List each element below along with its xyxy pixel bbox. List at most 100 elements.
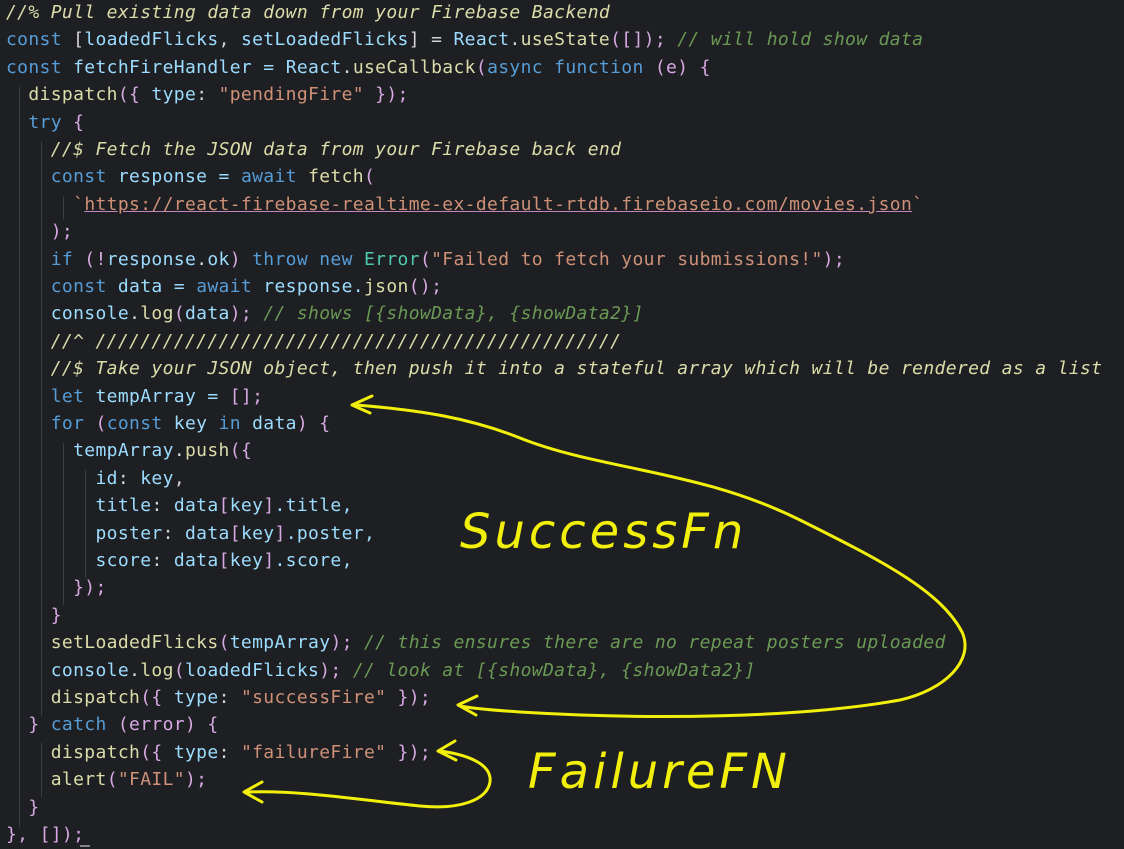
code-line[interactable]: try { — [6, 109, 84, 136]
code-token: useCallback — [352, 56, 476, 78]
code-line[interactable]: }); — [6, 574, 107, 601]
code-line[interactable]: let tempArray = []; — [6, 383, 263, 410]
code-token: poster — [95, 522, 163, 544]
code-line[interactable]: alert("FAIL"); — [6, 766, 207, 793]
code-token: [ — [229, 522, 241, 544]
code-token: ( — [106, 769, 118, 791]
code-line[interactable]: ); — [6, 218, 73, 245]
code-token: "FAIL" — [117, 769, 185, 791]
code-token: response = — [106, 166, 241, 188]
code-token: .title, — [274, 495, 353, 517]
code-token: "Failed to fetch your submissions!" — [431, 248, 823, 270]
code-token: .score, — [274, 550, 353, 571]
code-line[interactable]: dispatch({ type: "failureFire" }); — [6, 739, 431, 766]
code-line[interactable]: title: data[key].title, — [6, 492, 353, 519]
code-line[interactable]: //^ ////////////////////////////////////… — [6, 328, 621, 355]
code-token: https://react-firebase-realtime-ex-defau… — [84, 193, 913, 215]
code-token: throw new — [252, 248, 353, 270]
code-token: key — [140, 467, 174, 489]
code-token: data — [173, 495, 219, 517]
code-token: console — [50, 659, 130, 681]
code-token: }, — [6, 824, 40, 845]
code-token: const — [50, 166, 107, 188]
code-token: await — [240, 166, 297, 188]
code-token: data — [240, 413, 297, 434]
code-token: [ — [218, 495, 230, 517]
code-line[interactable]: dispatch({ type: "successFire" }); — [6, 684, 431, 711]
code-line[interactable]: tempArray.push({ — [6, 437, 252, 464]
code-token: // look at [{showData}, {showData2}] — [352, 659, 756, 681]
code-line[interactable]: //% Pull existing data down from your Fi… — [6, 0, 610, 26]
code-token: id — [95, 467, 118, 489]
code-token: // shows [{showData}, {showData2}] — [263, 303, 644, 325]
code-token: }); — [364, 84, 409, 106]
code-line[interactable]: for (const key in data) { — [6, 410, 330, 437]
code-token: ([]); — [610, 29, 678, 51]
code-line[interactable]: setLoadedFlicks(tempArray); // this ensu… — [6, 629, 946, 656]
code-token: fetchFireHandler = — [61, 56, 286, 78]
code-line[interactable]: console.log(loadedFlicks); // look at [{… — [6, 657, 756, 684]
code-token: log — [140, 659, 174, 681]
code-token: tempArray = — [84, 385, 230, 407]
code-token: key — [162, 413, 219, 434]
code-line[interactable]: const response = await fetch( — [6, 163, 375, 190]
code-token: ({ — [140, 741, 174, 763]
code-line[interactable]: dispatch({ type: "pendingFire" }); — [6, 81, 409, 108]
code-token: score — [95, 550, 152, 571]
code-token: if — [50, 248, 74, 270]
code-editor[interactable]: //% Pull existing data down from your Fi… — [0, 0, 1124, 849]
code-line[interactable]: } — [6, 602, 62, 629]
code-line[interactable]: //$ Fetch the JSON data from your Fireba… — [6, 136, 621, 163]
code-token: . — [173, 440, 185, 462]
code-token: //$ Take your JSON object, then push it … — [50, 358, 1103, 380]
code-token: ( — [218, 632, 230, 654]
code-token: dispatch — [50, 741, 141, 763]
code-token: console — [50, 303, 130, 325]
code-line[interactable]: //$ Take your JSON object, then push it … — [6, 355, 1102, 382]
code-token: } — [50, 604, 62, 626]
code-line[interactable]: const fetchFireHandler = React.useCallba… — [6, 54, 711, 81]
code-line[interactable]: }, []); — [6, 821, 84, 848]
code-token: : — [218, 687, 241, 708]
code-line[interactable]: poster: data[key].poster, — [6, 520, 375, 547]
code-token: log — [140, 303, 174, 325]
code-token: }); — [386, 687, 432, 708]
code-token: "successFire" — [240, 687, 387, 708]
code-token: . — [129, 659, 141, 681]
code-token: (e) { — [643, 56, 711, 78]
code-line[interactable]: if (!response.ok) throw new Error("Faile… — [6, 246, 845, 273]
code-line[interactable]: console.log(data); // shows [{showData},… — [6, 300, 644, 327]
code-line[interactable]: const [loadedFlicks, setLoadedFlicks] = … — [6, 26, 923, 53]
code-token: ({ — [117, 84, 152, 106]
code-token: . — [341, 56, 353, 78]
code-line[interactable]: score: data[key].score, — [6, 547, 353, 574]
code-line[interactable]: `https://react-firebase-realtime-ex-defa… — [6, 191, 923, 218]
code-token: (! — [73, 248, 107, 270]
code-token: , — [218, 29, 241, 51]
code-token: // this ensures there are no repeat post… — [364, 632, 946, 654]
code-line[interactable]: } catch (error) { — [6, 711, 219, 738]
code-line[interactable]: const data = await response.json(); — [6, 273, 442, 300]
code-token: response. — [252, 276, 364, 297]
code-token: useState — [520, 29, 611, 51]
code-token: : — [218, 741, 241, 763]
code-line[interactable]: } — [6, 794, 40, 821]
code-token: . — [129, 303, 141, 325]
code-token: ] — [274, 522, 286, 544]
code-token: data — [173, 550, 219, 571]
code-token: dispatch — [28, 84, 118, 106]
code-token: : — [196, 84, 219, 106]
code-token: ); — [50, 221, 74, 243]
code-line[interactable]: id: key, — [6, 465, 185, 492]
